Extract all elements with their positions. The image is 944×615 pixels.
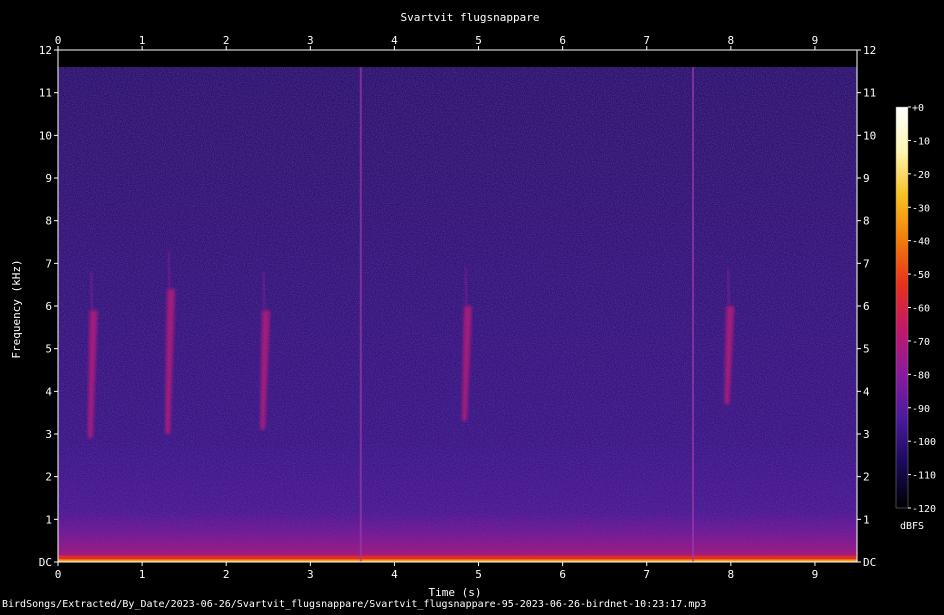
x-tick-label-bottom: 6	[559, 568, 566, 581]
colorbar-tick-label: -90	[912, 404, 930, 415]
call-harmonic	[463, 267, 469, 307]
y-tick-label-right: 7	[863, 257, 870, 270]
y-tick-label-left: DC	[39, 556, 52, 569]
x-tick-label-bottom: 7	[643, 568, 650, 581]
spectrogram-figure: 0 0 1 1 2 2 3 3 4 4 5 5 6 6 7 7 8 8 9 9 DC DC 1 1 2 2 3 3 4 4 5 5 6 6 7 7 8 8…	[0, 0, 944, 611]
y-tick-label-right: 1	[863, 513, 870, 526]
x-tick-label-top: 9	[812, 34, 819, 47]
y-tick-label-left: 7	[45, 257, 52, 270]
chart-title: Svartvit flugsnappare	[400, 11, 539, 24]
colorbar-tick-label: -110	[912, 471, 936, 482]
y-tick-label-left: 6	[45, 300, 52, 313]
x-tick-label-top: 6	[559, 34, 566, 47]
x-tick-label-top: 7	[643, 34, 650, 47]
colorbar-tick-label: -30	[912, 203, 930, 214]
colorbar-tick-label: +0	[912, 103, 924, 114]
x-tick-label-top: 0	[55, 34, 62, 47]
colorbar-tick-label: -20	[912, 170, 930, 181]
y-tick-label-right: 11	[863, 87, 876, 100]
x-tick-label-top: 3	[307, 34, 314, 47]
low-frequency-energy	[58, 510, 857, 562]
x-tick-label-top: 1	[139, 34, 146, 47]
footer-filename: BirdSongs/Extracted/By_Date/2023-06-26/S…	[2, 599, 706, 610]
x-tick-label-bottom: 3	[307, 568, 314, 581]
y-tick-label-left: 8	[45, 215, 52, 228]
colorbar-tick-label: -50	[912, 270, 930, 281]
spectrogram-noise	[58, 67, 857, 563]
colorbar-tick-label: -70	[912, 337, 930, 348]
y-tick-label-right: 3	[863, 428, 870, 441]
y-tick-label-left: 10	[39, 129, 52, 142]
x-tick-label-top: 5	[475, 34, 482, 47]
y-tick-label-right: 4	[863, 385, 870, 398]
colorbar-tick-label: -80	[912, 370, 930, 381]
colorbar-tick-label: -10	[912, 136, 930, 147]
y-tick-label-right: 8	[863, 215, 870, 228]
x-tick-label-bottom: 0	[55, 568, 62, 581]
x-tick-label-top: 4	[391, 34, 398, 47]
y-tick-label-left: 5	[45, 343, 52, 356]
call-harmonic	[725, 267, 731, 307]
x-tick-label-bottom: 9	[812, 568, 819, 581]
call-harmonic	[261, 271, 267, 311]
colorbar-tick-label: -120	[912, 504, 936, 515]
y-tick-label-left: 3	[45, 428, 52, 441]
y-tick-label-left: 9	[45, 172, 52, 185]
y-tick-label-left: 12	[39, 44, 52, 57]
x-tick-label-bottom: 4	[391, 568, 398, 581]
colorbar-gradient	[895, 106, 909, 509]
colorbar-label: dBFS	[900, 521, 924, 532]
y-tick-label-left: 11	[39, 87, 52, 100]
y-tick-label-left: 1	[45, 513, 52, 526]
y-axis-label: Frequency (kHz)	[10, 259, 23, 358]
x-tick-label-bottom: 1	[139, 568, 146, 581]
call-harmonic	[89, 271, 95, 311]
x-tick-label-bottom: 8	[728, 568, 735, 581]
y-tick-label-right: 5	[863, 343, 870, 356]
colorbar-tick-label: -60	[912, 304, 930, 315]
spectrogram-chart: 00112233445566778899DC DC1 12 23 34 45 56 67 78 8…	[2, 11, 936, 610]
colorbar-tick-label: -100	[912, 437, 936, 448]
colorbar: +0 -10 -20 -30 -40 -50 -60 -70 -80 -90 -100 -110 -12…	[895, 103, 936, 515]
y-tick-label-right: 9	[863, 172, 870, 185]
x-tick-label-top: 2	[223, 34, 230, 47]
x-tick-label-bottom: 2	[223, 568, 230, 581]
y-tick-label-right: 2	[863, 471, 870, 484]
y-tick-label-left: 4	[45, 385, 52, 398]
colorbar-tick-label: -40	[912, 237, 930, 248]
call-harmonic	[166, 250, 172, 290]
y-tick-label-right: 6	[863, 300, 870, 313]
y-tick-label-right: 12	[863, 44, 876, 57]
x-tick-label-top: 8	[728, 34, 735, 47]
y-tick-label-right: DC	[863, 556, 876, 569]
y-tick-label-left: 2	[45, 471, 52, 484]
x-tick-label-bottom: 5	[475, 568, 482, 581]
x-axis-label: Time (s)	[429, 586, 482, 599]
y-tick-label-right: 10	[863, 129, 876, 142]
plot-area	[58, 50, 857, 563]
